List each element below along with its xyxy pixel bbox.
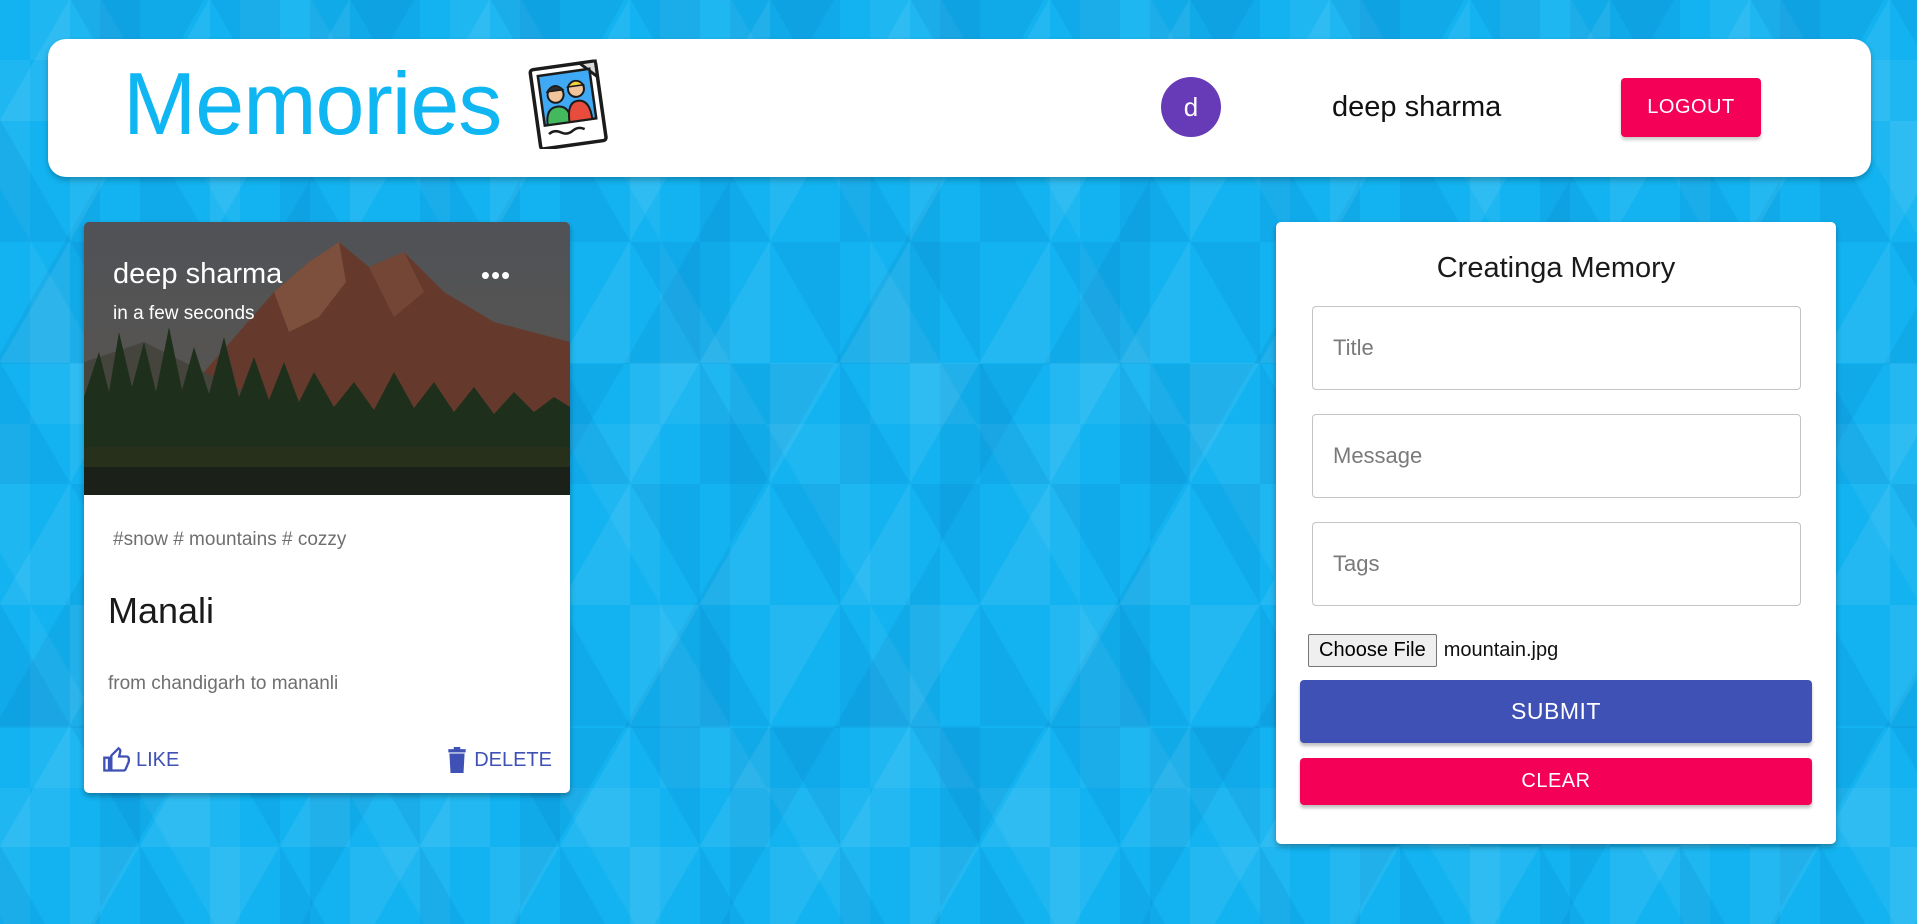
submit-button[interactable]: SUBMIT [1300,680,1812,743]
like-label: LIKE [136,748,180,771]
trash-icon [448,747,466,773]
choose-file-button[interactable]: Choose File [1308,634,1437,667]
post-author: deep sharma [113,258,283,290]
post-title: Manali [108,590,215,631]
clear-button[interactable]: CLEAR [1300,758,1812,805]
delete-button[interactable]: DELETE [446,743,552,777]
post-tags: #snow # mountains # cozzy [113,529,347,550]
user-name: deep sharma [1332,91,1502,123]
message-input[interactable] [1312,414,1801,498]
photo-friends-icon [528,59,609,149]
app-bar: Memories d deep sharma LOGOUT [48,39,1871,177]
delete-label: DELETE [474,748,552,771]
post-message: from chandigarh to mananli [108,673,339,694]
logout-button[interactable]: LOGOUT [1621,78,1761,137]
brand: Memories [123,59,611,149]
more-options-button[interactable]: ••• [476,260,516,290]
post-time: in a few seconds [113,303,255,324]
avatar[interactable]: d [1161,77,1221,137]
brand-title: Memories [123,54,502,153]
title-input[interactable] [1312,306,1801,390]
file-upload: Choose File mountain.jpg [1308,634,1558,667]
post-card: deep sharma in a few seconds ••• #snow #… [84,222,570,793]
create-memory-form: Creatinga Memory Choose File mountain.jp… [1276,222,1836,844]
tags-input[interactable] [1312,522,1801,606]
form-title: Creatinga Memory [1436,252,1676,284]
post-image: deep sharma in a few seconds ••• [84,222,570,495]
thumb-up-icon [103,746,130,772]
selected-file-name: mountain.jpg [1443,639,1559,661]
like-button[interactable]: LIKE [102,743,179,777]
